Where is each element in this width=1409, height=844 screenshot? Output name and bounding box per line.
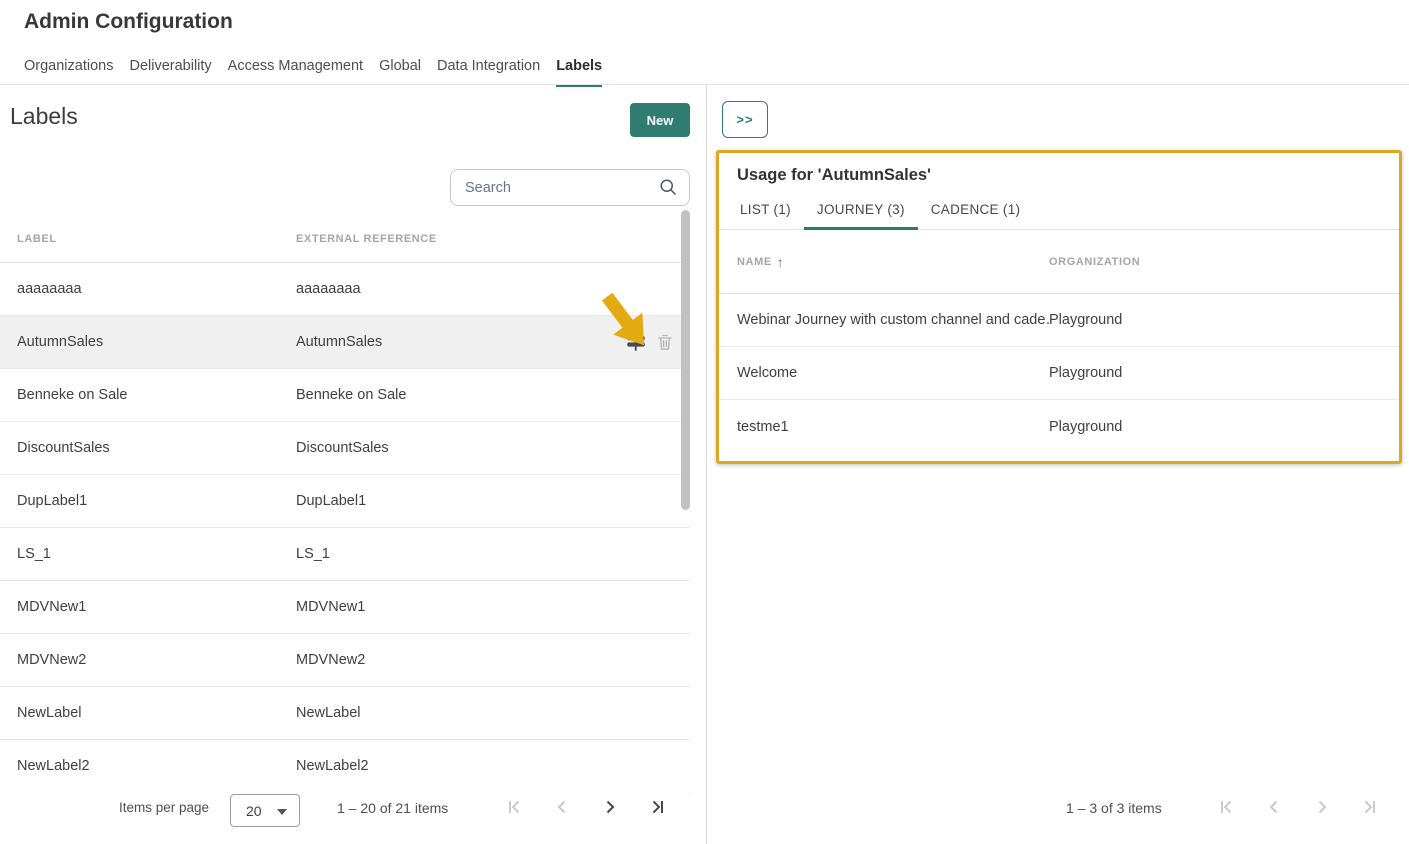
usage-card-title: Usage for 'AutumnSales' bbox=[737, 166, 1399, 185]
cell-organization: Playground bbox=[1049, 365, 1399, 381]
table-row[interactable]: DupLabel1 DupLabel1 bbox=[0, 475, 690, 528]
cell-external-reference: LS_1 bbox=[296, 546, 690, 562]
cell-label: Benneke on Sale bbox=[0, 387, 296, 403]
labels-panel: Labels New LABEL EXTERNAL REFERENCE aaaa… bbox=[0, 85, 707, 844]
pagination-range: 1 – 3 of 3 items bbox=[1066, 800, 1162, 816]
new-label-button[interactable]: New bbox=[630, 103, 690, 137]
items-per-page-label: Items per page bbox=[119, 800, 209, 815]
tab-access-management[interactable]: Access Management bbox=[228, 52, 363, 87]
table-row[interactable]: Benneke on Sale Benneke on Sale bbox=[0, 369, 690, 422]
cell-label: NewLabel2 bbox=[0, 758, 296, 774]
admin-config-tab-bar: Organizations Deliverability Access Mana… bbox=[24, 52, 602, 87]
table-row[interactable]: DiscountSales DiscountSales bbox=[0, 422, 690, 475]
cell-label: LS_1 bbox=[0, 546, 296, 562]
cell-label: MDVNew1 bbox=[0, 599, 296, 615]
first-page-button[interactable] bbox=[502, 795, 526, 819]
last-page-button[interactable] bbox=[1358, 795, 1382, 819]
labels-pagination: Items per page 20 1 – 20 of 21 items bbox=[0, 785, 689, 844]
cell-name: testme1 bbox=[719, 419, 1049, 435]
main-content: Labels New LABEL EXTERNAL REFERENCE aaaa… bbox=[0, 85, 1409, 844]
items-per-page-value: 20 bbox=[246, 803, 262, 819]
sort-ascending-icon[interactable]: ↑ bbox=[777, 254, 784, 270]
tab-deliverability[interactable]: Deliverability bbox=[129, 52, 211, 87]
cell-label: MDVNew2 bbox=[0, 652, 296, 668]
column-header-name[interactable]: NAME bbox=[737, 256, 772, 268]
cell-organization: Playground bbox=[1049, 312, 1399, 328]
labels-table: LABEL EXTERNAL REFERENCE aaaaaaaa aaaaaa… bbox=[0, 215, 690, 793]
table-row[interactable]: MDVNew2 MDVNew2 bbox=[0, 634, 690, 687]
usage-row[interactable]: Welcome Playground bbox=[719, 347, 1399, 400]
usage-row[interactable]: testme1 Playground bbox=[719, 400, 1399, 453]
cell-label: DupLabel1 bbox=[0, 493, 296, 509]
pagination-range: 1 – 20 of 21 items bbox=[337, 800, 448, 816]
vertical-scrollbar[interactable] bbox=[681, 210, 690, 510]
usage-tab-bar: LIST (1) JOURNEY (3) CADENCE (1) bbox=[727, 193, 1399, 229]
cell-name: Webinar Journey with custom channel and … bbox=[719, 312, 1049, 328]
first-page-button[interactable] bbox=[1214, 795, 1238, 819]
search-icon bbox=[658, 177, 679, 198]
next-page-button[interactable] bbox=[598, 795, 622, 819]
cell-external-reference: aaaaaaaa bbox=[296, 281, 690, 297]
column-header-organization: ORGANIZATION bbox=[1049, 256, 1399, 268]
usage-tab-cadence[interactable]: CADENCE (1) bbox=[918, 193, 1034, 230]
tab-global[interactable]: Global bbox=[379, 52, 421, 87]
cell-external-reference: MDVNew1 bbox=[296, 599, 690, 615]
cell-external-reference: NewLabel2 bbox=[296, 758, 690, 774]
tab-organizations[interactable]: Organizations bbox=[24, 52, 113, 87]
search-input[interactable] bbox=[450, 169, 690, 206]
table-row[interactable]: aaaaaaaa aaaaaaaa bbox=[0, 263, 690, 316]
cell-external-reference: DupLabel1 bbox=[296, 493, 690, 509]
page-title: Admin Configuration bbox=[24, 10, 233, 34]
usage-signpost-icon[interactable] bbox=[626, 332, 646, 352]
usage-row[interactable]: Webinar Journey with custom channel and … bbox=[719, 294, 1399, 347]
usage-panel: >> Usage for 'AutumnSales' LIST (1) JOUR… bbox=[707, 85, 1409, 844]
usage-pagination: 1 – 3 of 3 items bbox=[707, 785, 1409, 825]
column-header-external-reference: EXTERNAL REFERENCE bbox=[296, 233, 690, 245]
cell-label: aaaaaaaa bbox=[0, 281, 296, 297]
last-page-button[interactable] bbox=[646, 795, 670, 819]
label-search bbox=[450, 169, 690, 206]
caret-down-icon bbox=[277, 809, 287, 815]
table-row[interactable]: NewLabel NewLabel bbox=[0, 687, 690, 740]
cell-label: AutumnSales bbox=[0, 334, 296, 350]
labels-panel-title: Labels bbox=[10, 103, 78, 130]
cell-external-reference: MDVNew2 bbox=[296, 652, 690, 668]
tab-labels[interactable]: Labels bbox=[556, 52, 602, 87]
previous-page-button[interactable] bbox=[550, 795, 574, 819]
usage-table-header: NAME ↑ ORGANIZATION bbox=[719, 230, 1399, 294]
table-row[interactable]: MDVNew1 MDVNew1 bbox=[0, 581, 690, 634]
cell-name: Welcome bbox=[719, 365, 1049, 381]
usage-tab-journey[interactable]: JOURNEY (3) bbox=[804, 193, 918, 230]
next-page-button[interactable] bbox=[1310, 795, 1334, 819]
usage-tab-list[interactable]: LIST (1) bbox=[727, 193, 804, 230]
tab-data-integration[interactable]: Data Integration bbox=[437, 52, 540, 87]
column-header-label: LABEL bbox=[0, 233, 296, 245]
table-row[interactable]: LS_1 LS_1 bbox=[0, 528, 690, 581]
cell-organization: Playground bbox=[1049, 419, 1399, 435]
previous-page-button[interactable] bbox=[1262, 795, 1286, 819]
delete-trash-icon[interactable] bbox=[655, 332, 675, 352]
cell-label: NewLabel bbox=[0, 705, 296, 721]
cell-label: DiscountSales bbox=[0, 440, 296, 456]
table-row-selected[interactable]: AutumnSales AutumnSales bbox=[0, 316, 690, 369]
items-per-page-select[interactable]: 20 bbox=[230, 794, 300, 827]
cell-external-reference: Benneke on Sale bbox=[296, 387, 690, 403]
labels-table-header: LABEL EXTERNAL REFERENCE bbox=[0, 215, 690, 263]
collapse-panel-button[interactable]: >> bbox=[722, 101, 768, 138]
cell-external-reference: NewLabel bbox=[296, 705, 690, 721]
cell-external-reference: DiscountSales bbox=[296, 440, 690, 456]
usage-card: Usage for 'AutumnSales' LIST (1) JOURNEY… bbox=[716, 150, 1402, 464]
